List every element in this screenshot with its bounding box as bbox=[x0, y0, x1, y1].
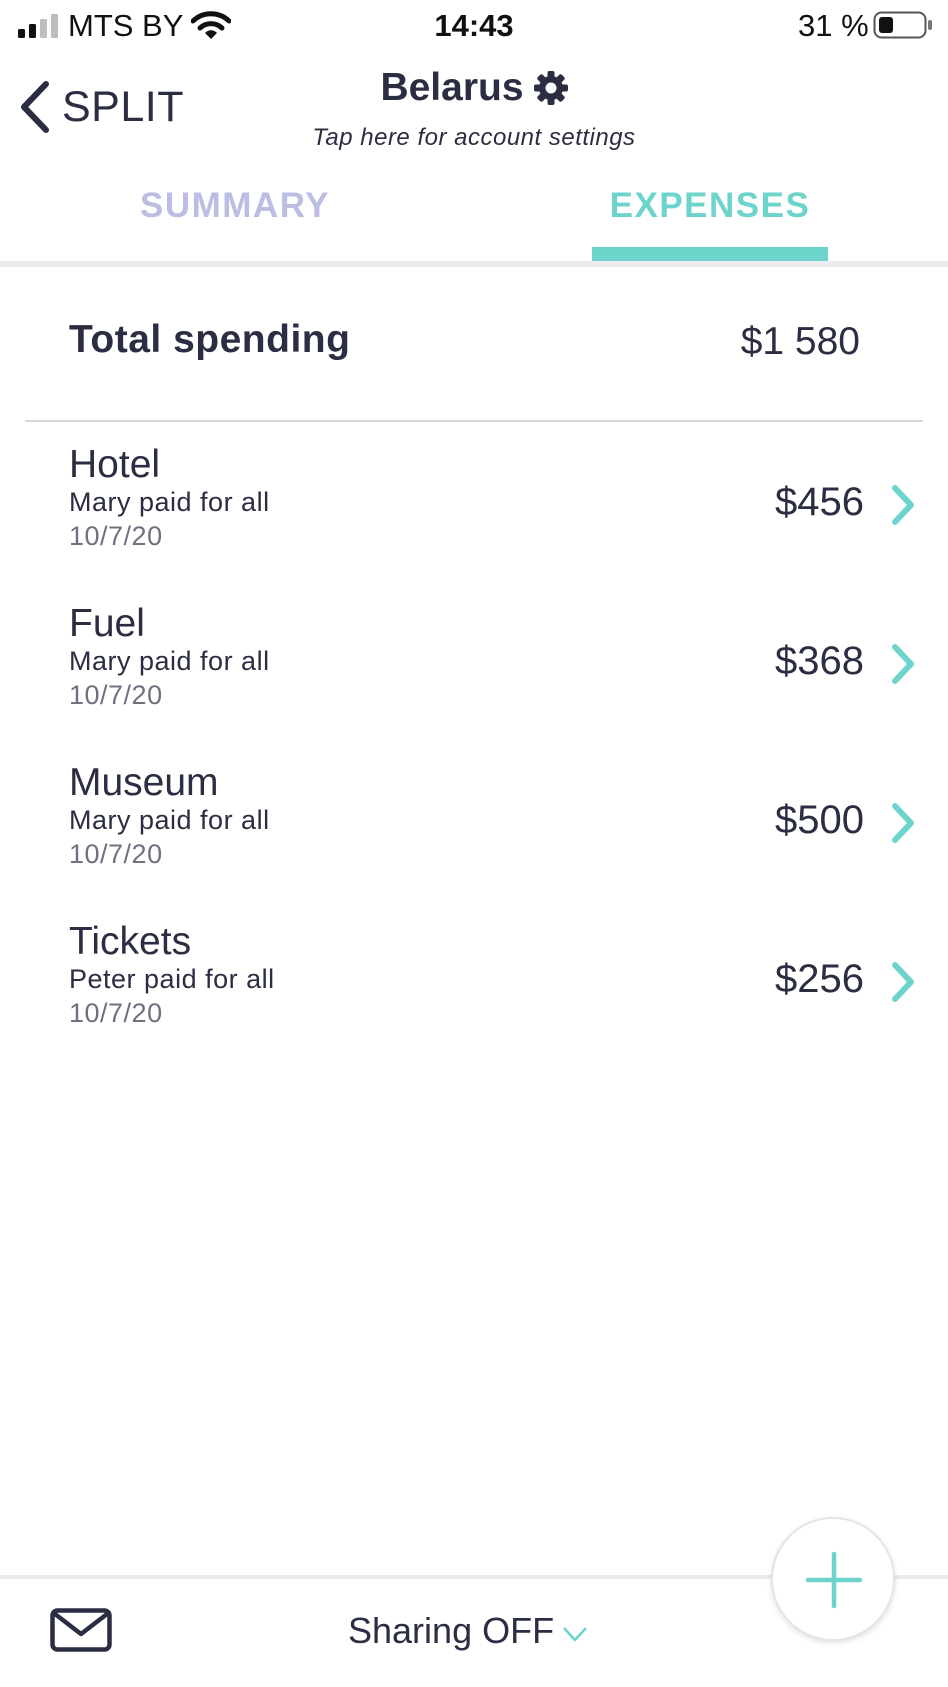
chevron-down-icon bbox=[563, 1627, 587, 1642]
expense-amount: $368 bbox=[775, 639, 864, 683]
account-subtitle: Tap here for account settings bbox=[312, 124, 636, 151]
expense-list: Hotel Mary paid for all 10/7/20 $456 Fue… bbox=[0, 440, 948, 1076]
expense-payer: Mary paid for all bbox=[69, 646, 270, 676]
expense-amount: $500 bbox=[775, 798, 864, 842]
expense-row-museum[interactable]: Museum Mary paid for all 10/7/20 $500 bbox=[0, 758, 948, 917]
tab-summary[interactable]: SUMMARY bbox=[90, 186, 380, 226]
battery-percentage: 31 % bbox=[798, 8, 869, 43]
status-bar: MTS BY 14:43 31 % bbox=[0, 0, 948, 56]
plus-icon bbox=[805, 1551, 863, 1609]
tab-divider bbox=[0, 261, 948, 267]
account-settings-button[interactable]: Belarus Tap here for account settings bbox=[0, 66, 948, 152]
expense-date: 10/7/20 bbox=[69, 521, 163, 551]
expense-amount: $456 bbox=[775, 480, 864, 524]
tab-expenses[interactable]: EXPENSES bbox=[592, 186, 828, 226]
expense-payer: Mary paid for all bbox=[69, 487, 270, 517]
expense-payer: Peter paid for all bbox=[69, 964, 275, 994]
chevron-right-icon bbox=[892, 803, 914, 843]
chevron-right-icon bbox=[892, 644, 914, 684]
expense-amount: $256 bbox=[775, 957, 864, 1001]
expense-row-hotel[interactable]: Hotel Mary paid for all 10/7/20 $456 bbox=[0, 440, 948, 599]
expense-date: 10/7/20 bbox=[69, 839, 163, 869]
chevron-right-icon bbox=[892, 962, 914, 1002]
add-expense-button[interactable] bbox=[771, 1517, 895, 1641]
divider bbox=[25, 420, 923, 422]
sharing-label: Sharing OFF bbox=[348, 1610, 555, 1651]
active-tab-indicator bbox=[592, 247, 828, 261]
account-title: Belarus bbox=[380, 66, 524, 109]
expense-row-fuel[interactable]: Fuel Mary paid for all 10/7/20 $368 bbox=[0, 599, 948, 758]
expense-name: Fuel bbox=[69, 602, 145, 645]
expense-date: 10/7/20 bbox=[69, 998, 163, 1028]
account-title-row: Belarus bbox=[380, 66, 568, 110]
expense-name: Tickets bbox=[69, 920, 192, 963]
sharing-toggle[interactable]: Sharing OFF bbox=[348, 1610, 588, 1652]
expense-date: 10/7/20 bbox=[69, 680, 163, 710]
battery-icon bbox=[873, 11, 932, 39]
total-spending-value: $1 580 bbox=[740, 320, 860, 363]
expense-name: Museum bbox=[69, 761, 219, 804]
expense-payer: Mary paid for all bbox=[69, 805, 270, 835]
mail-icon[interactable] bbox=[50, 1608, 112, 1652]
total-spending-label: Total spending bbox=[69, 318, 351, 361]
expense-name: Hotel bbox=[69, 443, 161, 486]
gear-icon bbox=[533, 71, 568, 105]
expense-row-tickets[interactable]: Tickets Peter paid for all 10/7/20 $256 bbox=[0, 917, 948, 1076]
chevron-right-icon bbox=[892, 485, 914, 525]
